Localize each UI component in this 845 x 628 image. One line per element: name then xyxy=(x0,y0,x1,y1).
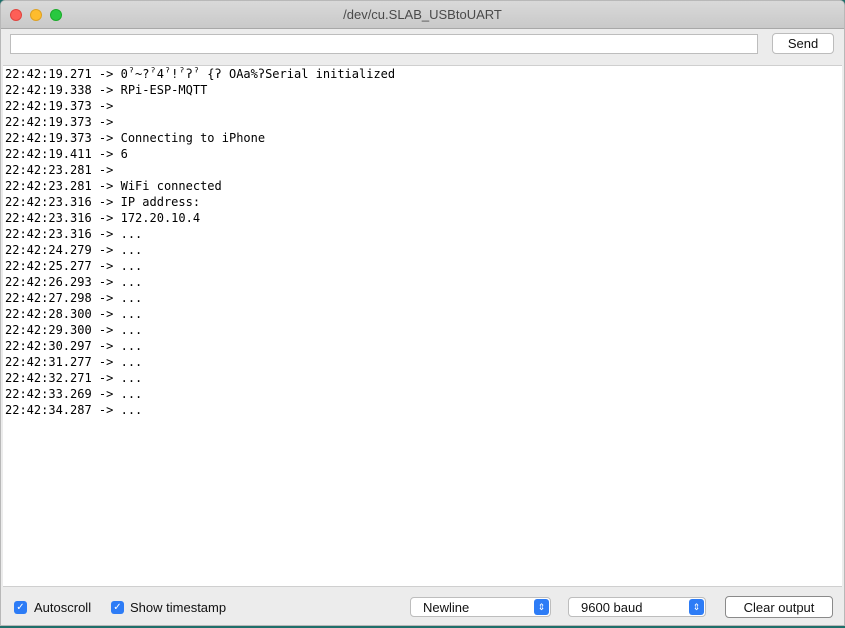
line-ending-select[interactable]: Newline ⇕ xyxy=(410,597,551,617)
serial-monitor-window: /dev/cu.SLAB_USBtoUART Send 22:42:19.271… xyxy=(0,0,845,626)
serial-output-area[interactable]: 22:42:19.271 -> 0ˀ~?ˀ4ˀ!ˀʔˀ {ʔ OAa%ʔSeri… xyxy=(3,65,842,587)
autoscroll-checkbox[interactable]: ✓ xyxy=(14,601,27,614)
output-line: 22:42:27.298 -> ... xyxy=(5,291,143,305)
clear-output-button[interactable]: Clear output xyxy=(725,596,833,618)
autoscroll-label[interactable]: Autoscroll xyxy=(34,600,91,615)
output-line: 22:42:25.277 -> ... xyxy=(5,259,143,273)
window-title: /dev/cu.SLAB_USBtoUART xyxy=(343,7,502,22)
line-ending-value: Newline xyxy=(423,600,470,615)
serial-send-input[interactable] xyxy=(10,34,758,54)
output-line: 22:42:33.269 -> ... xyxy=(5,387,143,401)
output-line: 22:42:32.271 -> ... xyxy=(5,371,143,385)
output-line: 22:42:23.281 -> xyxy=(5,163,114,177)
output-line: 22:42:19.373 -> Connecting to iPhone xyxy=(5,131,266,145)
output-line: 22:42:26.293 -> ... xyxy=(5,275,143,289)
chevron-updown-icon: ⇕ xyxy=(689,599,704,615)
chevron-updown-icon: ⇕ xyxy=(534,599,549,615)
title-bar[interactable]: /dev/cu.SLAB_USBtoUART xyxy=(1,1,844,29)
output-line: 22:42:23.316 -> IP address: xyxy=(5,195,201,209)
output-line: 22:42:19.338 -> RPi-ESP-MQTT xyxy=(5,83,208,97)
output-line: 22:42:30.297 -> ... xyxy=(5,339,143,353)
send-button[interactable]: Send xyxy=(772,33,834,54)
output-line: 22:42:19.271 -> 0ˀ~?ˀ4ˀ!ˀʔˀ {ʔ OAa%ʔSeri… xyxy=(5,67,396,81)
footer-bar: ✓ Autoscroll ✓ Show timestamp Newline ⇕ … xyxy=(1,591,844,625)
output-line: 22:42:24.279 -> ... xyxy=(5,243,143,257)
output-line: 22:42:29.300 -> ... xyxy=(5,323,143,337)
show-timestamp-checkbox[interactable]: ✓ xyxy=(111,601,124,614)
output-line: 22:42:19.411 -> 6 xyxy=(5,147,128,161)
output-line: 22:42:34.287 -> ... xyxy=(5,403,143,417)
output-line: 22:42:31.277 -> ... xyxy=(5,355,143,369)
show-timestamp-label[interactable]: Show timestamp xyxy=(130,600,226,615)
output-line: 22:42:23.316 -> 172.20.10.4 xyxy=(5,211,201,225)
output-line: 22:42:23.281 -> WiFi connected xyxy=(5,179,222,193)
baud-rate-value: 9600 baud xyxy=(581,600,643,615)
output-line: 22:42:28.300 -> ... xyxy=(5,307,143,321)
output-line: 22:42:19.373 -> xyxy=(5,115,114,129)
output-line: 22:42:23.316 -> ... xyxy=(5,227,143,241)
baud-rate-select[interactable]: 9600 baud ⇕ xyxy=(568,597,706,617)
output-line: 22:42:19.373 -> xyxy=(5,99,114,113)
